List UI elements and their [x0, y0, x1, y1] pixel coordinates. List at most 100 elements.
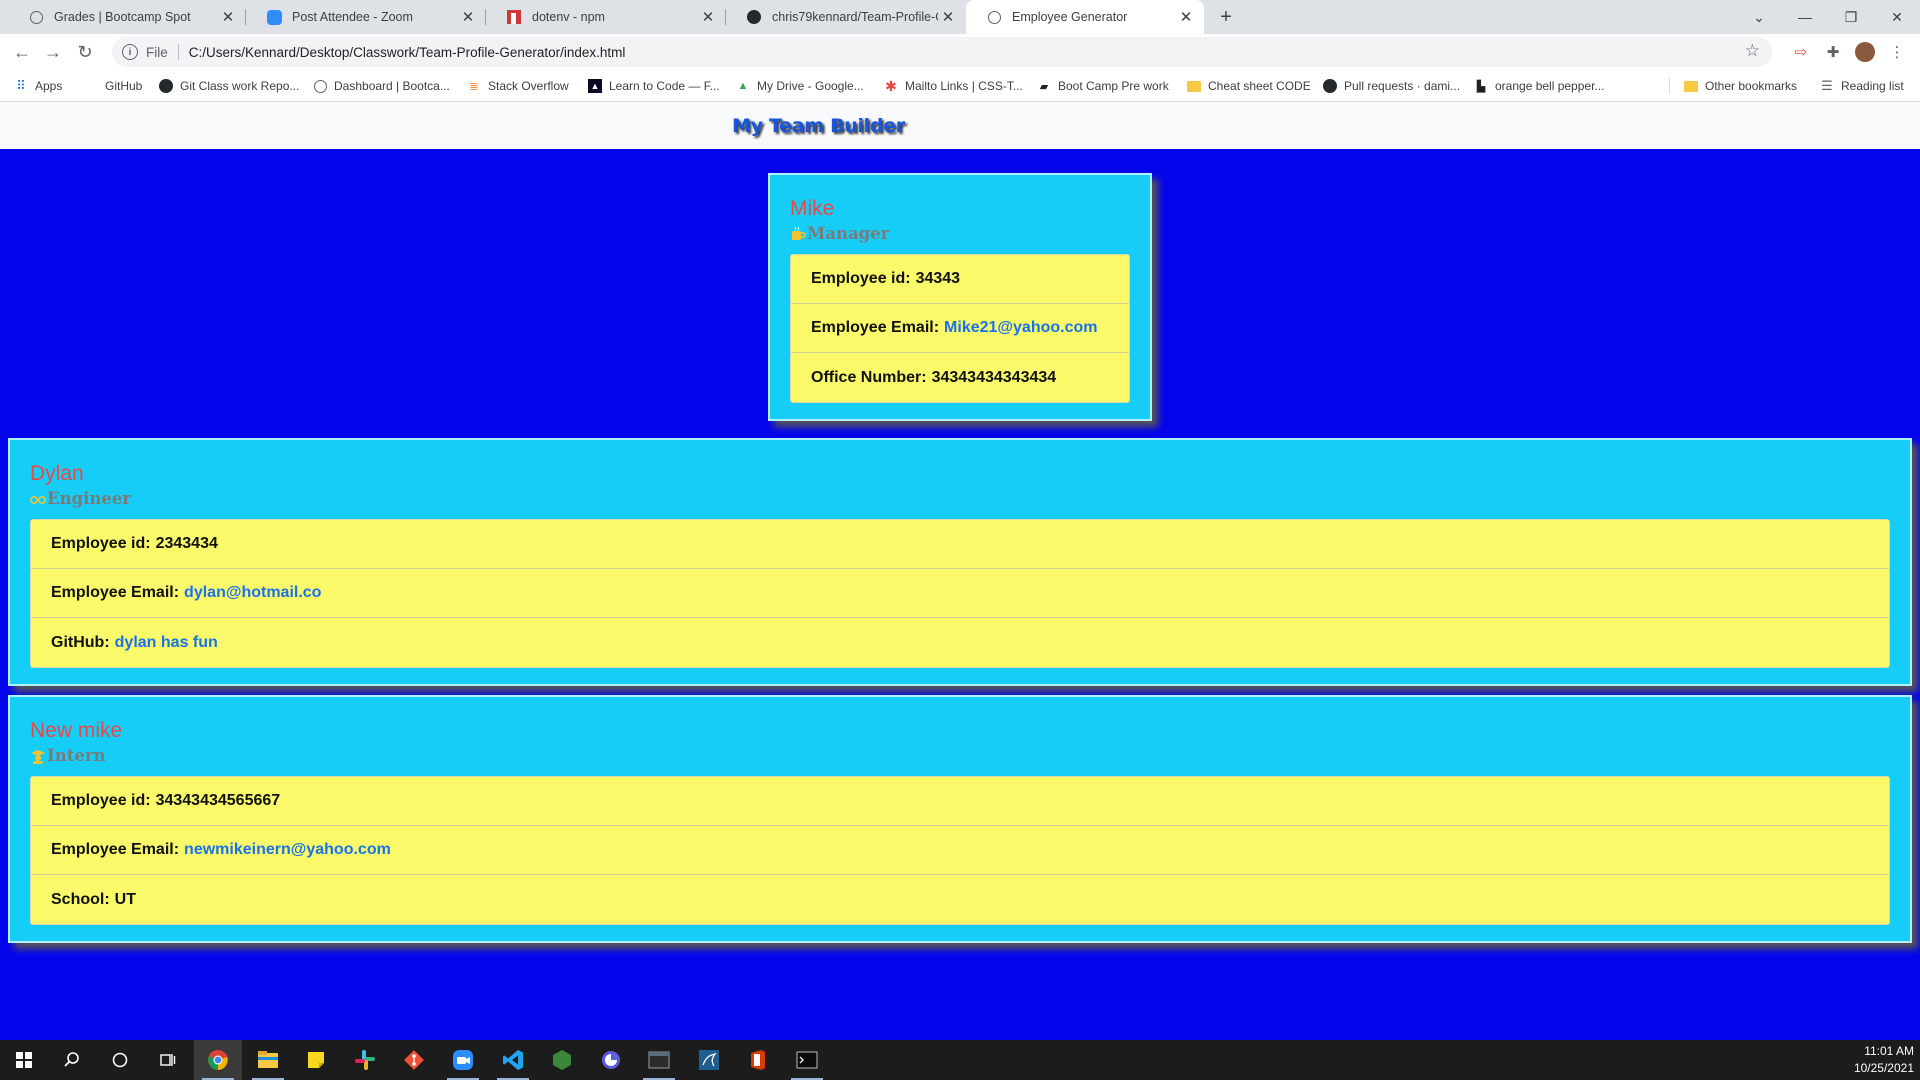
task-view-icon[interactable]: [144, 1040, 192, 1080]
bookmark-folder[interactable]: Cheat sheet CODE: [1187, 78, 1311, 94]
bookmark-item[interactable]: Dashboard | Bootca...: [313, 78, 450, 94]
reload-icon[interactable]: ↻: [71, 39, 99, 65]
forward-arrow-icon[interactable]: →: [39, 39, 67, 65]
role-label: Intern: [47, 746, 106, 765]
close-icon[interactable]: ✕: [458, 7, 478, 27]
browser-tab[interactable]: Post Attendee - Zoom ✕: [246, 0, 486, 34]
email-label: Employee Email:: [811, 319, 940, 336]
close-icon[interactable]: ✕: [218, 7, 238, 27]
zoom-icon[interactable]: [439, 1040, 487, 1080]
bookmarks-bar: ⠿ Apps GitHub Git Class work Repo... Das…: [0, 70, 1920, 102]
restore-icon[interactable]: ❐: [1828, 0, 1874, 34]
url-text[interactable]: C:/Users/Kennard/Desktop/Classwork/Team-…: [189, 45, 626, 60]
tab-search-icon[interactable]: ⌄: [1736, 0, 1782, 34]
github-icon: [746, 9, 762, 25]
globe-icon: [986, 9, 1002, 25]
list-item: GitHub: dylan has fun: [31, 618, 1889, 667]
globe-icon: [313, 79, 327, 93]
employee-id: 2343434: [155, 535, 218, 552]
employee-card-intern: New mike Intern Employee id: 34343434565…: [8, 695, 1912, 943]
puzzle-extensions-icon[interactable]: ✚: [1822, 41, 1844, 63]
bookmark-label: Dashboard | Bootca...: [334, 79, 450, 93]
system-clock[interactable]: 11:01 AM 10/25/2021: [1854, 1043, 1914, 1077]
terminal-icon[interactable]: [635, 1040, 683, 1080]
close-icon[interactable]: ✕: [698, 7, 718, 27]
bookmark-apps[interactable]: ⠿ Apps: [14, 78, 62, 94]
list-item: Employee Email: newmikeinern@yahoo.com: [31, 826, 1889, 875]
bookmark-item[interactable]: ≣ Stack Overflow: [467, 78, 568, 94]
bookmark-item[interactable]: ▙ orange bell pepper...: [1474, 78, 1605, 94]
star-icon[interactable]: ☆: [1745, 41, 1760, 61]
id-label: Employee id:: [811, 270, 911, 287]
search-icon[interactable]: [48, 1040, 96, 1080]
list-item: Employee Email: dylan@hotmail.co: [31, 569, 1889, 618]
folder-icon: [1187, 79, 1201, 93]
new-tab-button[interactable]: +: [1214, 5, 1238, 29]
page-header: My Team Builder: [0, 102, 1920, 149]
browser-tab[interactable]: Grades | Bootcamp Spot ✕: [8, 0, 246, 34]
browser-tab[interactable]: chris79kennard/Team-Profile-Ger ✕: [726, 0, 966, 34]
employee-card-manager: Mike Manager Employee id: 34343 Employee…: [768, 173, 1152, 421]
avatar[interactable]: [1854, 41, 1876, 63]
reading-list[interactable]: ☰ Reading list: [1820, 78, 1904, 94]
bookmark-folder[interactable]: Other bookmarks: [1684, 78, 1797, 94]
bookmark-item[interactable]: Git Class work Repo...: [159, 78, 299, 94]
office-number: 34343434343434: [931, 368, 1057, 386]
employee-details-list: Employee id: 34343434565667 Employee Ema…: [30, 776, 1890, 925]
employee-name: Dylan: [30, 462, 84, 485]
email-label: Employee Email:: [51, 841, 180, 858]
email-label: Employee Email:: [51, 584, 180, 601]
email-link[interactable]: newmikeinern@yahoo.com: [184, 841, 391, 859]
bookmark-item[interactable]: ✱ Mailto Links | CSS-T...: [884, 78, 1023, 94]
minimize-icon[interactable]: —: [1782, 0, 1828, 34]
folder-icon: [1684, 79, 1698, 93]
command-prompt-icon[interactable]: [783, 1040, 831, 1080]
email-link[interactable]: Mike21@yahoo.com: [944, 319, 1097, 337]
email-link[interactable]: dylan@hotmail.co: [184, 584, 321, 602]
extension-icon[interactable]: ⇨: [1790, 41, 1812, 63]
github-icon: [159, 79, 173, 93]
office-icon[interactable]: [734, 1040, 782, 1080]
browser-tab-active[interactable]: Employee Generator ✕: [966, 0, 1204, 34]
employee-role: Manager: [790, 224, 889, 243]
chrome-icon[interactable]: [194, 1040, 242, 1080]
freecodecamp-icon: ▲: [588, 79, 602, 93]
employee-card-engineer: Dylan Engineer Employee id: 2343434 Empl…: [8, 438, 1912, 686]
git-icon[interactable]: [390, 1040, 438, 1080]
close-icon[interactable]: ✕: [938, 7, 958, 27]
address-bar[interactable]: i File C:/Users/Kennard/Desktop/Classwor…: [112, 37, 1772, 67]
zoom-icon: [266, 9, 282, 25]
bookmark-item[interactable]: ▲ Learn to Code — F...: [588, 78, 720, 94]
close-window-icon[interactable]: ✕: [1874, 0, 1920, 34]
bookmark-github[interactable]: GitHub: [105, 78, 142, 94]
vscode-icon[interactable]: [489, 1040, 537, 1080]
node-icon[interactable]: [538, 1040, 586, 1080]
mysql-workbench-icon[interactable]: [685, 1040, 733, 1080]
bookmark-item[interactable]: Pull requests · dami...: [1323, 78, 1460, 94]
role-label: Manager: [807, 224, 890, 243]
bookmark-label: Boot Camp Pre work: [1058, 79, 1169, 93]
bookmark-label: Apps: [35, 79, 63, 93]
info-icon[interactable]: i: [122, 44, 138, 60]
app-icon[interactable]: [587, 1040, 635, 1080]
cortana-icon[interactable]: [96, 1040, 144, 1080]
site-icon: ▙: [1476, 80, 1486, 93]
sticky-notes-icon[interactable]: [292, 1040, 340, 1080]
bookmark-item[interactable]: ▲ My Drive - Google...: [736, 78, 864, 94]
tab-title: Grades | Bootcamp Spot: [54, 10, 191, 24]
coffee-mug-icon: [790, 226, 806, 242]
apps-grid-icon: ⠿: [16, 78, 26, 93]
menu-kebab-icon[interactable]: ⋮: [1886, 41, 1908, 63]
employee-name: Mike: [790, 197, 835, 220]
employee-id: 34343: [915, 270, 961, 287]
list-item: School: UT: [31, 875, 1889, 924]
slack-icon[interactable]: [341, 1040, 389, 1080]
back-arrow-icon[interactable]: ←: [8, 39, 36, 65]
close-icon[interactable]: ✕: [1176, 7, 1196, 27]
github-link[interactable]: dylan has fun: [115, 634, 218, 652]
browser-tab[interactable]: dotenv - npm ✕: [486, 0, 726, 34]
file-explorer-icon[interactable]: [244, 1040, 292, 1080]
windows-start-icon[interactable]: [0, 1040, 48, 1080]
tab-title: Employee Generator: [1012, 10, 1128, 24]
bookmark-item[interactable]: ▰ Boot Camp Pre work: [1037, 78, 1169, 94]
